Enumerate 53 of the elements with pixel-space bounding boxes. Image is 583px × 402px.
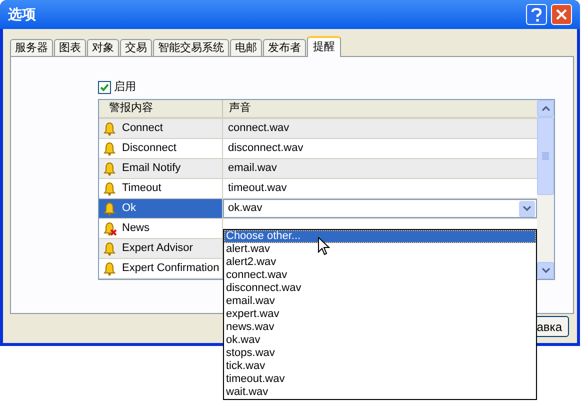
- tab[interactable]: 服务器: [10, 39, 53, 57]
- column-header[interactable]: 声音: [223, 100, 537, 117]
- table-cell[interactable]: Expert Advisor: [99, 239, 223, 258]
- table-cell[interactable]: Email Notify: [99, 159, 223, 178]
- dropdown-option[interactable]: stops.wav: [224, 347, 536, 360]
- cursor-icon: [318, 237, 330, 256]
- chevron-down-icon: [523, 206, 531, 211]
- enable-checkbox[interactable]: [98, 80, 111, 94]
- dropdown-option[interactable]: wait.wav: [224, 386, 536, 399]
- chevron-up-icon: [542, 106, 550, 111]
- bell-icon: [103, 262, 117, 276]
- table-cell[interactable]: connect.wav: [223, 119, 537, 138]
- bell-icon: [103, 142, 117, 156]
- scroll-up-button[interactable]: [537, 100, 554, 117]
- dropdown-option[interactable]: alert2.wav: [224, 256, 536, 269]
- dropdown-option[interactable]: timeout.wav: [224, 373, 536, 386]
- bell-icon: [103, 162, 117, 176]
- dropdown-option[interactable]: tick.wav: [224, 360, 536, 373]
- dropdown-option[interactable]: email.wav: [224, 295, 536, 308]
- tab[interactable]: 对象: [87, 39, 119, 57]
- dropdown-option[interactable]: ok.wav: [224, 334, 536, 347]
- close-button[interactable]: [551, 4, 572, 25]
- bell-icon: [103, 122, 117, 136]
- scroll-down-button[interactable]: [537, 262, 554, 279]
- tab[interactable]: 交易: [120, 39, 152, 57]
- grip-icon: [542, 152, 549, 160]
- column-header[interactable]: 警报内容: [99, 100, 223, 117]
- scroll-thumb[interactable]: [537, 117, 554, 195]
- close-icon: [556, 9, 567, 20]
- dropdown-option[interactable]: alert.wav: [224, 243, 536, 256]
- checkbox-label: 启用: [114, 80, 136, 95]
- dropdown-option[interactable]: Choose other...: [224, 230, 536, 243]
- help-button[interactable]: [526, 4, 547, 25]
- help-icon: [531, 8, 542, 22]
- scrollbar[interactable]: [537, 100, 554, 279]
- table-cell[interactable]: Ok: [99, 199, 223, 218]
- table-cell[interactable]: Connect: [99, 119, 223, 138]
- tab[interactable]: 智能交易系统: [153, 39, 229, 57]
- dropdown-option[interactable]: connect.wav: [224, 269, 536, 282]
- tab[interactable]: 图表: [54, 39, 86, 57]
- tab[interactable]: 发布者: [263, 39, 306, 57]
- tab[interactable]: 提醒: [307, 36, 341, 57]
- table-cell[interactable]: email.wav: [223, 159, 537, 178]
- dropdown-button[interactable]: [519, 200, 535, 216]
- window-title: 选项: [8, 5, 37, 24]
- bell-icon: [103, 242, 117, 256]
- bell-icon: [103, 182, 117, 196]
- chevron-down-icon: [542, 268, 550, 273]
- sound-combo-box[interactable]: ok.wav: [223, 199, 537, 218]
- bell-icon: [103, 202, 117, 216]
- tab[interactable]: 电邮: [230, 39, 262, 57]
- dropdown-option[interactable]: disconnect.wav: [224, 282, 536, 295]
- disabled-bell-icon: [103, 222, 117, 236]
